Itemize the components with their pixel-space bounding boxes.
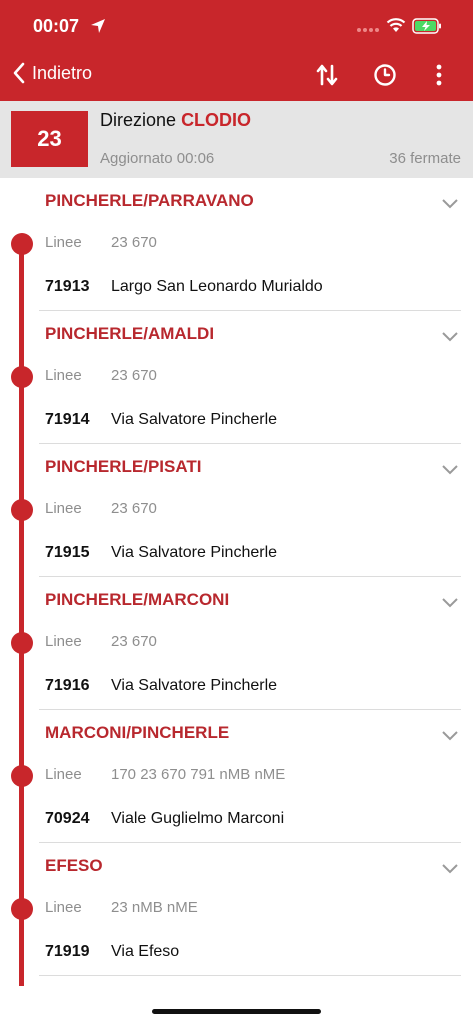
lines-value: 23 670 [111,633,157,650]
stop-dot [11,499,33,521]
chevron-down-icon[interactable] [441,331,459,343]
stop-code: 71919 [45,943,90,960]
cellular-signal-icon [357,28,379,32]
stop-item[interactable]: MARCONI/PINCHERLE Linee 170 23 670 791 n… [0,710,473,843]
stop-street: Via Efeso [111,943,180,960]
lines-label: Linee [45,500,82,517]
status-time: 00:07 [33,16,80,36]
lines-value: 23 670 [111,234,157,251]
stop-item[interactable]: PINCHERLE/PARRAVANO Linee 23 670 71913 L… [0,178,473,311]
stop-item[interactable]: EFESO Linee 23 nMB nME 71919 Via Efeso [0,843,473,976]
lines-label: Linee [45,766,82,783]
chevron-down-icon[interactable] [441,863,459,875]
stop-code: 70924 [45,810,90,827]
lines-label: Linee [45,899,82,916]
back-label: Indietro [32,62,93,83]
stop-name: PINCHERLE/PARRAVANO [45,191,254,210]
direction-prefix: Direzione [100,110,177,130]
wifi-icon [386,18,406,32]
more-vertical-icon[interactable] [433,63,445,87]
stop-street: Via Salvatore Pincherle [111,411,278,428]
route-number-badge: 23 [11,111,88,167]
chevron-down-icon[interactable] [441,198,459,210]
stop-street: Via Salvatore Pincherle [111,677,278,694]
stop-name: PINCHERLE/AMALDI [45,324,215,343]
lines-label: Linee [45,633,82,650]
stop-dot [11,233,33,255]
lines-label: Linee [45,367,82,384]
divider [39,975,461,976]
stop-street: Largo San Leonardo Murialdo [111,278,323,295]
stop-item[interactable]: PINCHERLE/MARCONI Linee 23 670 71916 Via… [0,577,473,710]
location-arrow-icon [91,19,105,33]
stop-dot [11,366,33,388]
stop-item[interactable]: PINCHERLE/PISATI Linee 23 670 71915 Via … [0,444,473,577]
battery-icon [412,18,441,34]
top-bar: 00:07 Indietro [0,0,473,101]
direction-title: Direzione CLODIO [100,110,251,131]
stop-street: Via Salvatore Pincherle [111,544,278,561]
stop-street: Viale Guglielmo Marconi [111,810,285,827]
lines-label: Linee [45,234,82,251]
back-button[interactable]: Indietro [12,62,92,84]
lines-value: 23 670 [111,500,157,517]
chevron-down-icon[interactable] [441,597,459,609]
stop-code: 71913 [45,278,90,295]
updated-time: Aggiornato 00:06 [100,150,215,167]
stop-dot [11,632,33,654]
lines-value: 170 23 670 791 nMB nME [111,766,286,783]
stop-name: PINCHERLE/PISATI [45,457,202,476]
stop-count: 36 fermate [389,150,461,167]
chevron-left-icon [13,62,25,84]
stop-code: 71915 [45,544,90,561]
stop-code: 71914 [45,411,90,428]
chevron-down-icon[interactable] [441,730,459,742]
stop-name: EFESO [45,856,103,875]
home-indicator[interactable] [152,1009,321,1014]
stop-dot [11,898,33,920]
chevron-down-icon[interactable] [441,464,459,476]
lines-value: 23 nMB nME [111,899,198,916]
clock-icon[interactable] [373,63,397,87]
swap-direction-icon[interactable] [316,63,338,87]
stop-code: 71916 [45,677,90,694]
lines-value: 23 670 [111,367,157,384]
direction-destination: CLODIO [181,110,252,130]
stop-dot [11,765,33,787]
stop-name: MARCONI/PINCHERLE [45,723,230,742]
stop-item[interactable]: PINCHERLE/AMALDI Linee 23 670 71914 Via … [0,311,473,444]
stop-name: PINCHERLE/MARCONI [45,590,230,609]
